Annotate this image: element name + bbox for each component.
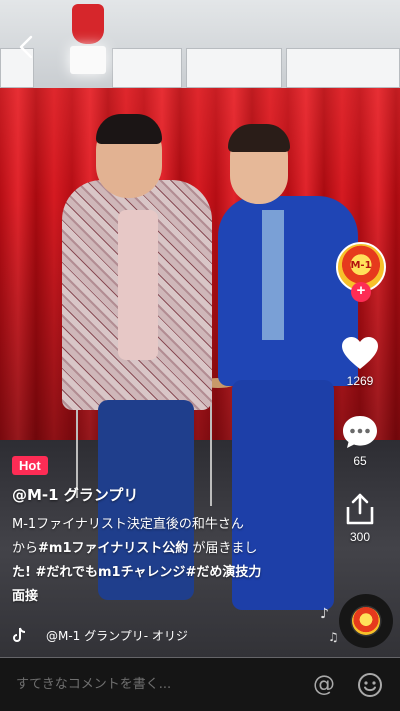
video-info: Hot @M-1 グランプリ M-1ファイナリスト決定直後の和牛さん から#m1… (12, 455, 312, 609)
caption-text: た! (12, 565, 36, 581)
hashtag-daredemo-m1-challenge[interactable]: #だれでもm1チャレンジ (35, 565, 185, 580)
caption-text: が届きまし (188, 541, 258, 557)
music-note-icon: ♪ (320, 606, 329, 622)
caption-text: から (12, 541, 39, 557)
hot-badge: Hot (12, 456, 48, 475)
tiktok-note-icon (13, 627, 26, 642)
caption-line-3: た! #だれでもm1チャレンジ#だめ演技力 (12, 561, 312, 585)
emoji-icon (358, 673, 382, 697)
music-disc-cover (352, 607, 380, 635)
back-icon (19, 35, 33, 59)
comment-count: 65 (353, 454, 367, 468)
author-avatar-button[interactable]: M-1 + (336, 242, 386, 304)
music-note-icon: ♫ (328, 630, 339, 644)
comment-icon (343, 416, 377, 448)
caption-line-4[interactable]: 面接 (12, 585, 312, 609)
sound-link[interactable]: @M-1 グランプリ- オリジ (12, 626, 312, 644)
performer-right-shirt (262, 210, 284, 340)
performer-right-hair (228, 124, 290, 152)
hashtag-m1-finalist[interactable]: #m1ファイナリスト公約 (38, 541, 188, 556)
avatar-logo-text: M-1 (350, 260, 372, 271)
comment-input[interactable] (16, 658, 296, 711)
mention-button[interactable]: @ (311, 672, 337, 698)
performer-left-hair (96, 114, 162, 144)
heart-icon (342, 337, 378, 369)
hashtag-dame-engiryoku[interactable]: #だめ演技力 (185, 565, 261, 580)
caption-line-1: M-1ファイナリスト決定直後の和牛さん (12, 517, 244, 532)
video-caption: M-1ファイナリスト決定直後の和牛さん から#m1ファイナリスト公約 が届きまし… (12, 513, 312, 609)
stage-lamp (66, 4, 110, 74)
sound-title: @M-1 グランプリ- オリジ (46, 629, 188, 643)
like-button[interactable]: 1269 (328, 336, 392, 388)
share-icon (346, 493, 374, 525)
emoji-button[interactable] (357, 672, 383, 698)
performer-left-vest (118, 210, 158, 360)
like-count: 1269 (346, 374, 374, 388)
share-count: 300 (349, 530, 371, 544)
music-disc-button[interactable] (339, 594, 393, 648)
author-username[interactable]: @M-1 グランプリ (12, 484, 312, 505)
comment-button[interactable]: 65 (328, 414, 392, 468)
follow-plus-icon[interactable]: + (351, 282, 371, 302)
back-button[interactable] (14, 34, 40, 60)
studio-ceiling (0, 0, 400, 92)
caption-line-2: から#m1ファイナリスト公約 が届きまし (12, 537, 312, 561)
share-button[interactable]: 300 (328, 492, 392, 544)
comment-bar: @ (0, 658, 400, 711)
